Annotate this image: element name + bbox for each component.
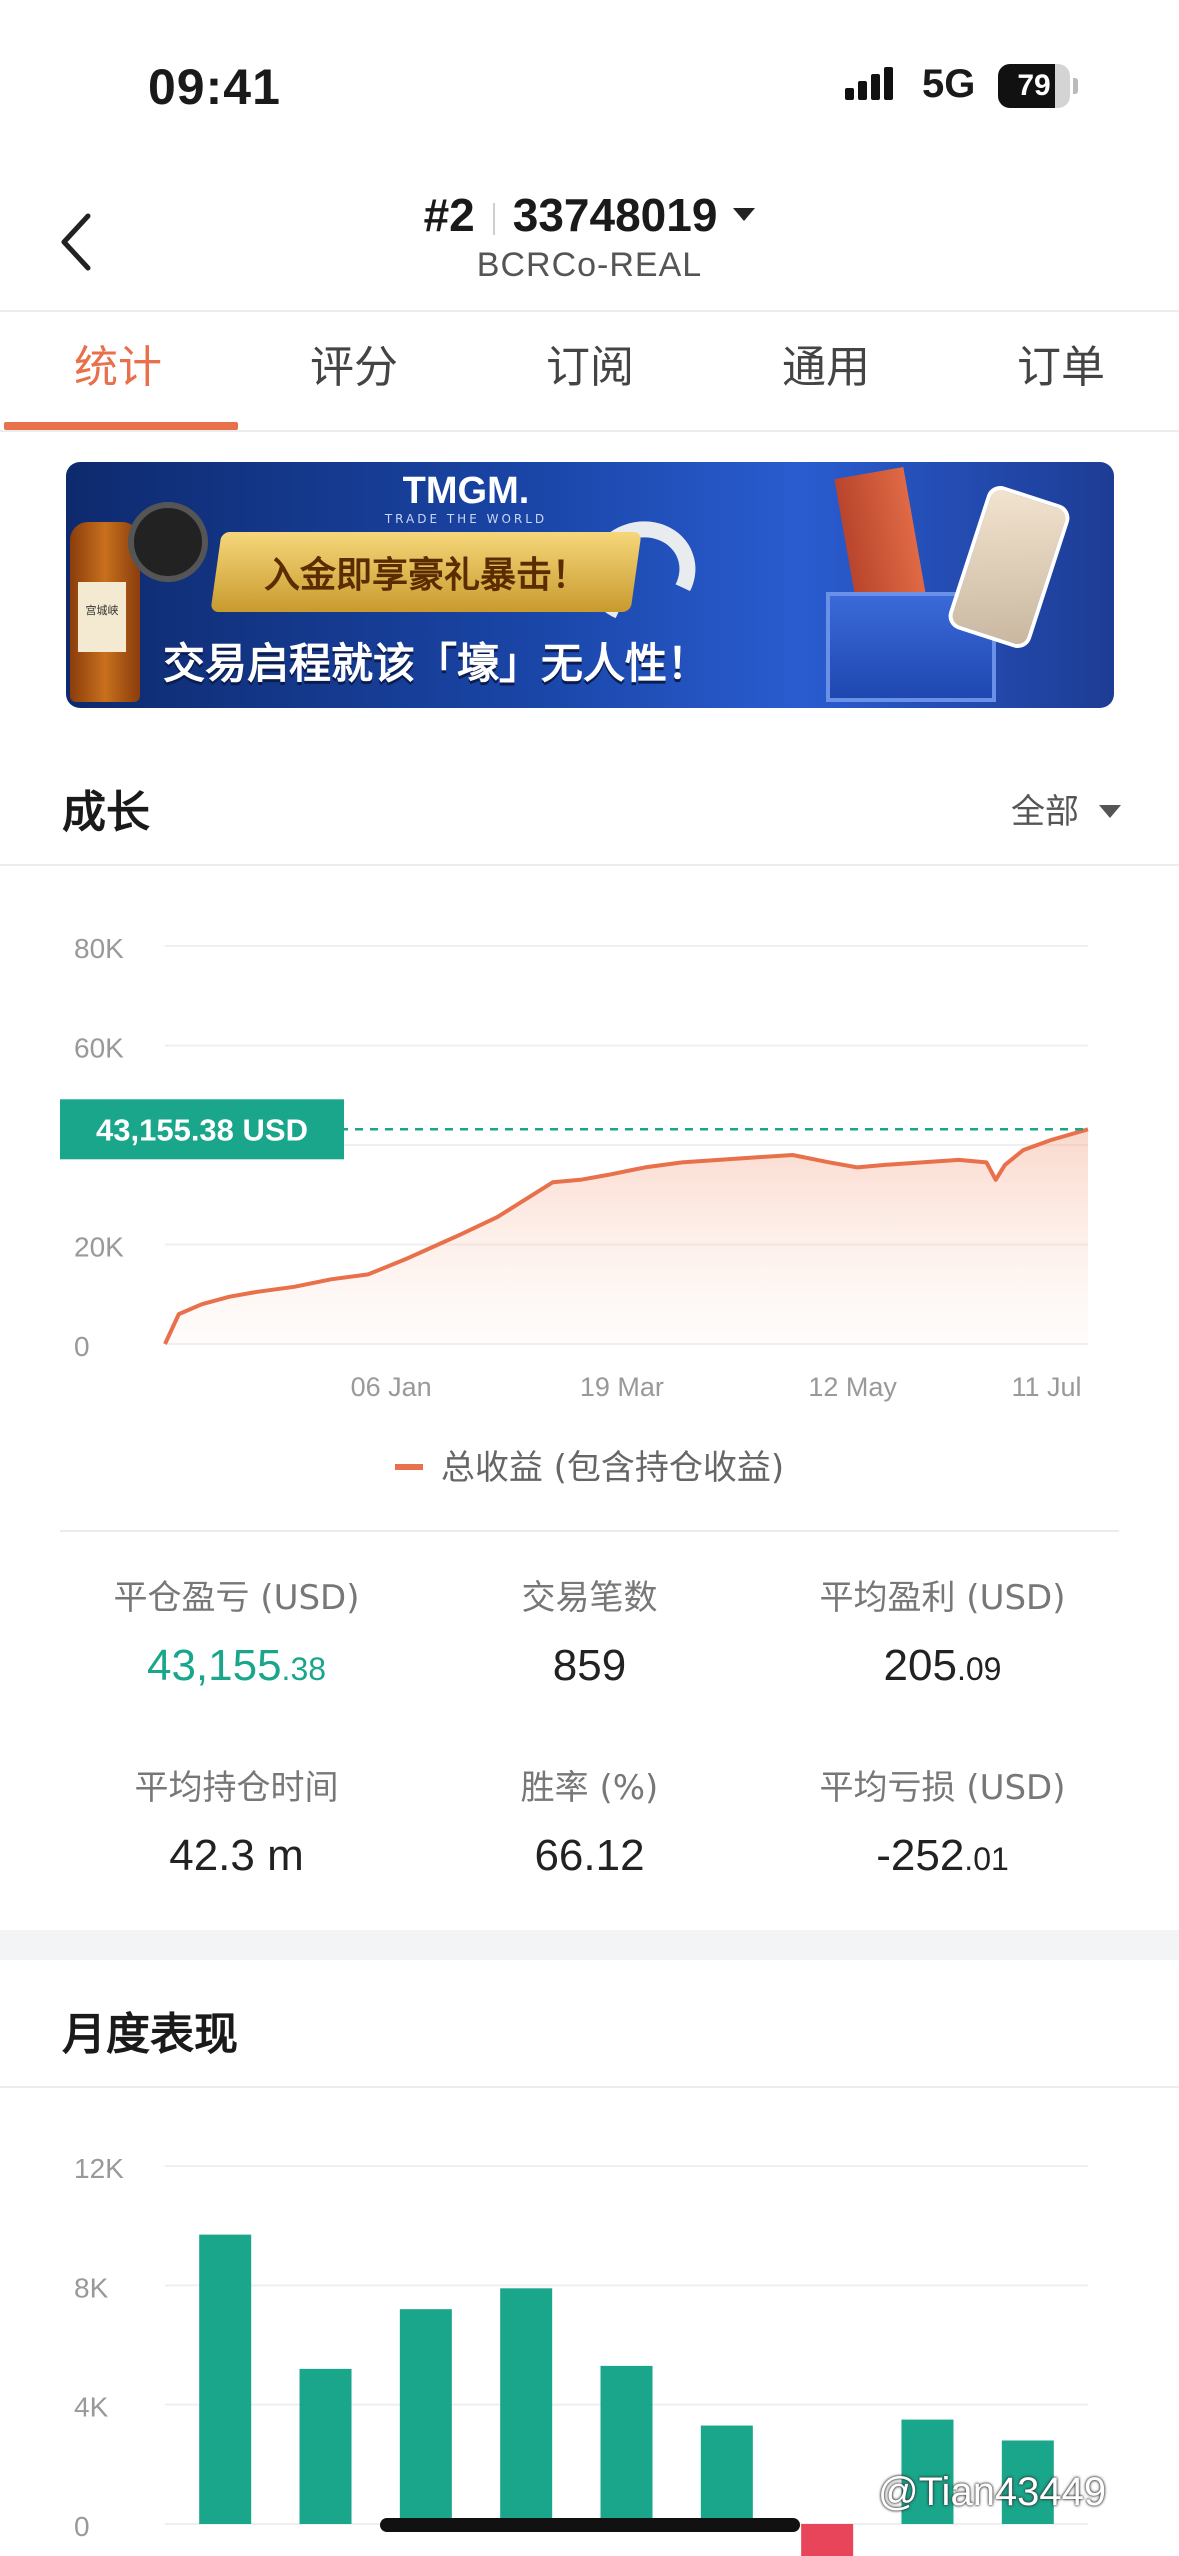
banner-slogan: 交易启程就该「壕」无人性！ [162, 639, 709, 688]
stat-win-rate: 胜率 (%) 66.12 [393, 1760, 786, 1881]
monthly-bar [600, 2365, 653, 2524]
promo-banner[interactable]: 宫城峡 TMGM. TRADE THE WORLD 入金即享豪礼暴击！ 交易启程… [66, 462, 1114, 708]
banner-headline: 入金即享豪礼暴击！ [263, 555, 588, 596]
account-selector[interactable]: #2 33748019 [0, 188, 1179, 242]
stat-value-dec: .38 [281, 1651, 327, 1687]
growth-title: 成长 [62, 787, 150, 838]
stat-value-int: 205 [883, 1641, 957, 1690]
account-rank: #2 [423, 189, 475, 241]
monthly-bar [199, 2234, 252, 2524]
monthly-bar [399, 2309, 452, 2524]
stat-value: 42.3 m [169, 1831, 304, 1880]
stat-avg-hold-time: 平均持仓时间 42.3 m [40, 1760, 433, 1881]
y-tick-label: 4K [74, 2392, 109, 2423]
status-bar: 09:41 5G 79 [0, 0, 1179, 170]
battery-icon: 79 [998, 64, 1078, 108]
caret-down-icon [1099, 805, 1121, 818]
monthly-bar [500, 2288, 553, 2524]
monthly-bar [700, 2425, 753, 2524]
home-indicator[interactable] [380, 2518, 800, 2532]
x-tick-label: 19 Mar [580, 1372, 664, 1402]
stat-trade-count: 交易笔数 859 [393, 1570, 786, 1691]
caret-down-icon [733, 208, 756, 222]
server-name: BCRCo-REAL [476, 246, 703, 284]
y-tick-label: 12K [74, 2153, 124, 2184]
tab-bar: 统计 评分 订阅 通用 订单 [0, 312, 1179, 432]
x-tick-label: 11 Jul [1011, 1372, 1081, 1402]
y-tick-label: 80K [74, 933, 124, 964]
stat-avg-profit: 平均盈利 (USD) 205.09 [746, 1570, 1139, 1691]
x-tick-label: 06 Jan [351, 1372, 432, 1402]
stat-label: 交易笔数 [521, 1578, 658, 1618]
y-tick-label: 8K [74, 2272, 109, 2303]
stat-value: -252.01 [746, 1831, 1139, 1881]
network-type: 5G [922, 62, 976, 106]
tab-rating[interactable]: 评分 [236, 312, 472, 430]
monthly-bar [801, 2524, 854, 2556]
divider [60, 1530, 1119, 1532]
growth-legend: 总收益 (包含持仓收益) [0, 1440, 1179, 1489]
stat-value-dec: .01 [964, 1841, 1009, 1877]
legend-swatch [394, 1463, 423, 1470]
account-number: 33748019 [512, 189, 718, 241]
tab-statistics[interactable]: 统计 [0, 312, 236, 430]
stat-value: 43,155.38 [40, 1641, 433, 1691]
monthly-title: 月度表现 [62, 2009, 238, 2060]
y-tick-label: 0 [74, 1331, 90, 1362]
stat-value: 859 [552, 1641, 627, 1690]
stat-value-int: -252 [876, 1831, 965, 1880]
section-separator [0, 1930, 1179, 1960]
monthly-section-header: 月度表现 [0, 1960, 1179, 2088]
monthly-bar [299, 2368, 352, 2524]
tab-subscribe[interactable]: 订阅 [472, 312, 708, 430]
stat-value-int: 43,155 [146, 1641, 282, 1690]
banner-brand: TMGM. [402, 470, 530, 512]
stat-label: 平仓盈亏 (USD) [113, 1578, 360, 1618]
growth-chart: 0 20K 60K 80K 43,155.38 USD 06 Jan 19 Mar 12 Ma… [0, 866, 1179, 1526]
stat-label: 胜率 (%) [520, 1768, 659, 1808]
stat-avg-loss: 平均亏损 (USD) -252.01 [746, 1760, 1139, 1881]
stat-closed-pnl: 平仓盈亏 (USD) 43,155.38 [40, 1570, 433, 1691]
growth-section-header: 成长 全部 [0, 738, 1179, 866]
watermark: @Tian43449 [878, 2470, 1107, 2514]
tab-orders[interactable]: 订单 [943, 312, 1179, 430]
y-tick-label: 0 [74, 2511, 90, 2542]
x-tick-label: 12 May [808, 1372, 897, 1402]
range-dropdown[interactable]: 全部 [1011, 784, 1121, 833]
legend-label: 总收益 (包含持仓收益) [440, 1448, 785, 1488]
current-value-label: 43,155.38 USD [96, 1112, 308, 1147]
range-label: 全部 [1011, 792, 1079, 832]
phone-image [944, 482, 1074, 652]
stat-value: 66.12 [534, 1831, 645, 1880]
stat-label: 平均盈利 (USD) [819, 1578, 1066, 1618]
y-tick-label: 20K [74, 1232, 124, 1263]
y-tick-label: 60K [74, 1033, 124, 1064]
stats-grid: 平仓盈亏 (USD) 43,155.38 交易笔数 859 平均盈利 (USD)… [0, 1560, 1179, 1920]
stat-value-dec: .09 [956, 1651, 1002, 1687]
growth-chart-svg: 0 20K 60K 80K 43,155.38 USD 06 Jan 19 Mar 12 Ma… [60, 933, 1089, 1402]
tab-general[interactable]: 通用 [708, 312, 944, 430]
stat-value: 205.09 [746, 1641, 1139, 1691]
stat-label: 平均亏损 (USD) [819, 1768, 1066, 1808]
battery-level: 79 [1017, 69, 1051, 102]
bottle-label: 宫城峡 [78, 582, 126, 652]
nav-header: #2 33748019 BCRCo-REAL [0, 170, 1179, 312]
stat-label: 平均持仓时间 [134, 1768, 339, 1808]
signal-icon [845, 67, 893, 100]
active-tab-indicator [4, 422, 238, 430]
banner-tagline: TRADE THE WORLD [384, 512, 548, 526]
status-time: 09:41 [148, 59, 281, 115]
